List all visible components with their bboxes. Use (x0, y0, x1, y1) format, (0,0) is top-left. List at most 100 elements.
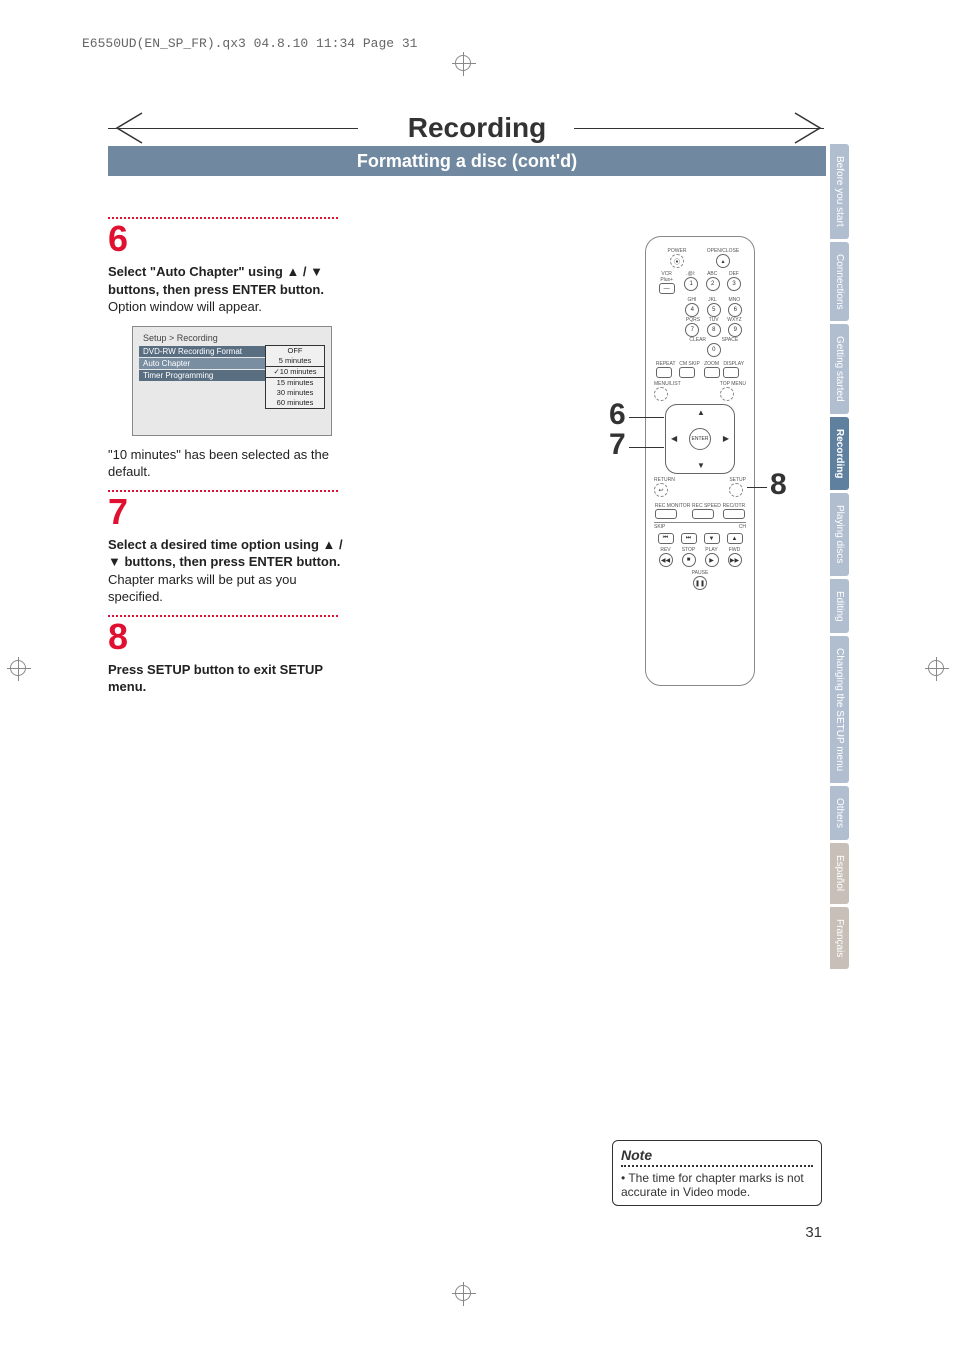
label-power: POWER (655, 248, 699, 254)
menu-option-60: 60 minutes (266, 398, 324, 408)
menu-option-5: 5 minutes (266, 356, 324, 366)
tab-connections: Connections (830, 242, 849, 322)
key-4-icon: 4 (685, 303, 699, 317)
repeat-button-icon (656, 367, 672, 378)
recotr-button-icon (723, 509, 745, 519)
zoom-button-icon (704, 367, 720, 378)
skip-prev-icon: ⏮ (658, 533, 674, 544)
rev-button-icon: ◀◀ (659, 553, 673, 567)
header-file-info: E6550UD(EN_SP_FR).qx3 04.8.10 11:34 Page… (82, 36, 417, 51)
callout-line-7 (629, 447, 664, 448)
right-arrow-icon: ▶ (723, 434, 729, 443)
step-8-bold: Press SETUP button to exit SETUP menu. (108, 662, 323, 695)
label-ch: CH (700, 522, 746, 530)
step-7-plain: Chapter marks will be put as you specifi… (108, 572, 297, 605)
tab-playing: Playing discs (830, 493, 849, 575)
page-number: 31 (805, 1224, 822, 1241)
label-display: DISPLAY (723, 361, 744, 367)
step-6-plain: Option window will appear. (108, 299, 262, 314)
key-8-icon: 8 (707, 323, 721, 337)
note-title: Note (621, 1147, 813, 1163)
step-number-7: 7 (108, 494, 348, 530)
play-button-icon: ▶ (705, 553, 719, 567)
label-open: OPEN/CLOSE (701, 248, 745, 254)
open-close-button-icon: ▴ (716, 254, 730, 268)
tab-setup-menu: Changing the SETUP menu (830, 636, 849, 783)
label-zoom: ZOOM (704, 361, 720, 367)
return-button-icon: ↩ (654, 483, 668, 497)
tab-others: Others (830, 786, 849, 840)
label-play: PLAY (705, 547, 719, 553)
label-return: RETURN (654, 477, 675, 483)
label-recmon: REC MONITOR (655, 503, 690, 509)
label-menulist: MENU/LIST (654, 381, 681, 387)
setup-button-icon (729, 483, 743, 497)
callout-line-8 (747, 487, 767, 488)
label-vcrplus: VCR Plus+ (655, 271, 678, 283)
label-recspeed: REC SPEED (692, 503, 721, 509)
step-separator (108, 489, 338, 492)
menu-option-15: 15 minutes (266, 378, 324, 388)
skip-next-icon: ⏭ (681, 533, 697, 544)
down-arrow-icon: ▼ (697, 461, 705, 470)
left-arrow-icon: ◀ (671, 434, 677, 443)
note-box: Note • The time for chapter marks is not… (612, 1140, 822, 1206)
menulist-button-icon (654, 387, 668, 401)
key-9-icon: 9 (728, 323, 742, 337)
fwd-button-icon: ▶▶ (728, 553, 742, 567)
content-left-column: 6 Select "Auto Chapter" using ▲ / ▼ butt… (108, 216, 348, 704)
menu-option-off: OFF (266, 346, 324, 356)
step-number-6: 6 (108, 221, 348, 257)
key-6-icon: 6 (728, 303, 742, 317)
label-cmskip: CM SKIP (679, 361, 700, 367)
note-separator (621, 1165, 813, 1167)
up-arrow-icon: ▲ (697, 408, 705, 417)
step-6-text: Select "Auto Chapter" using ▲ / ▼ button… (108, 263, 348, 316)
tab-getting-started: Getting started (830, 324, 849, 414)
label-recotr: REC/OTR (723, 503, 746, 509)
tab-before: Before you start (830, 144, 849, 239)
cmskip-button-icon (679, 367, 695, 378)
dpad: ENTER ▲ ▼ ◀ ▶ (665, 404, 735, 474)
tab-editing: Editing (830, 579, 849, 634)
callout-6: 6 (609, 398, 626, 432)
page-title: Recording (408, 112, 546, 144)
menu-option-10: ✓10 minutes (265, 366, 325, 378)
label-clear: CLEAR (689, 337, 706, 343)
key-1-icon: 1 (684, 277, 698, 291)
callout-8: 8 (770, 468, 787, 502)
step-6-bold: Select "Auto Chapter" using ▲ / ▼ button… (108, 264, 324, 297)
label-setup: SETUP (729, 477, 746, 483)
key-2-icon: 2 (706, 277, 720, 291)
crop-mark-top (455, 55, 471, 76)
menu-option-30: 30 minutes (266, 388, 324, 398)
step-separator (108, 614, 338, 617)
remote-diagram: POWER⦿ OPEN/CLOSE▴ VCR Plus+— .@/: ABC D… (645, 236, 755, 686)
label-stop: STOP (682, 547, 696, 553)
topmenu-button-icon (720, 387, 734, 401)
side-tabs: Before you start Connections Getting sta… (830, 144, 854, 972)
pause-button-icon: ❚❚ (693, 576, 707, 590)
tab-francais: Français (830, 907, 849, 969)
key-7-icon: 7 (685, 323, 699, 337)
recmon-button-icon (655, 509, 677, 519)
tab-recording: Recording (830, 417, 849, 490)
label-fwd: FWD (728, 547, 742, 553)
step-7-bold: Select a desired time option using ▲ / ▼… (108, 537, 343, 570)
note-body: • The time for chapter marks is not accu… (621, 1171, 813, 1199)
key-3-icon: 3 (727, 277, 741, 291)
subtitle-bar: Formatting a disc (cont'd) (108, 146, 826, 176)
vcrplus-button-icon: — (659, 283, 675, 294)
step-6-after: "10 minutes" has been selected as the de… (108, 446, 348, 481)
label-pause: PAUSE (654, 570, 746, 576)
callout-7: 7 (609, 428, 626, 462)
label-repeat: REPEAT (656, 361, 676, 367)
display-button-icon (723, 367, 739, 378)
crop-mark-bottom (455, 1285, 471, 1306)
step-separator (108, 216, 338, 219)
menu-breadcrumb: Setup > Recording (139, 333, 325, 343)
ch-down-icon: ▼ (704, 533, 720, 544)
label-topmenu: TOP MENU (720, 381, 746, 387)
label-space: SPACE (722, 337, 739, 343)
title-line-left (108, 128, 358, 129)
